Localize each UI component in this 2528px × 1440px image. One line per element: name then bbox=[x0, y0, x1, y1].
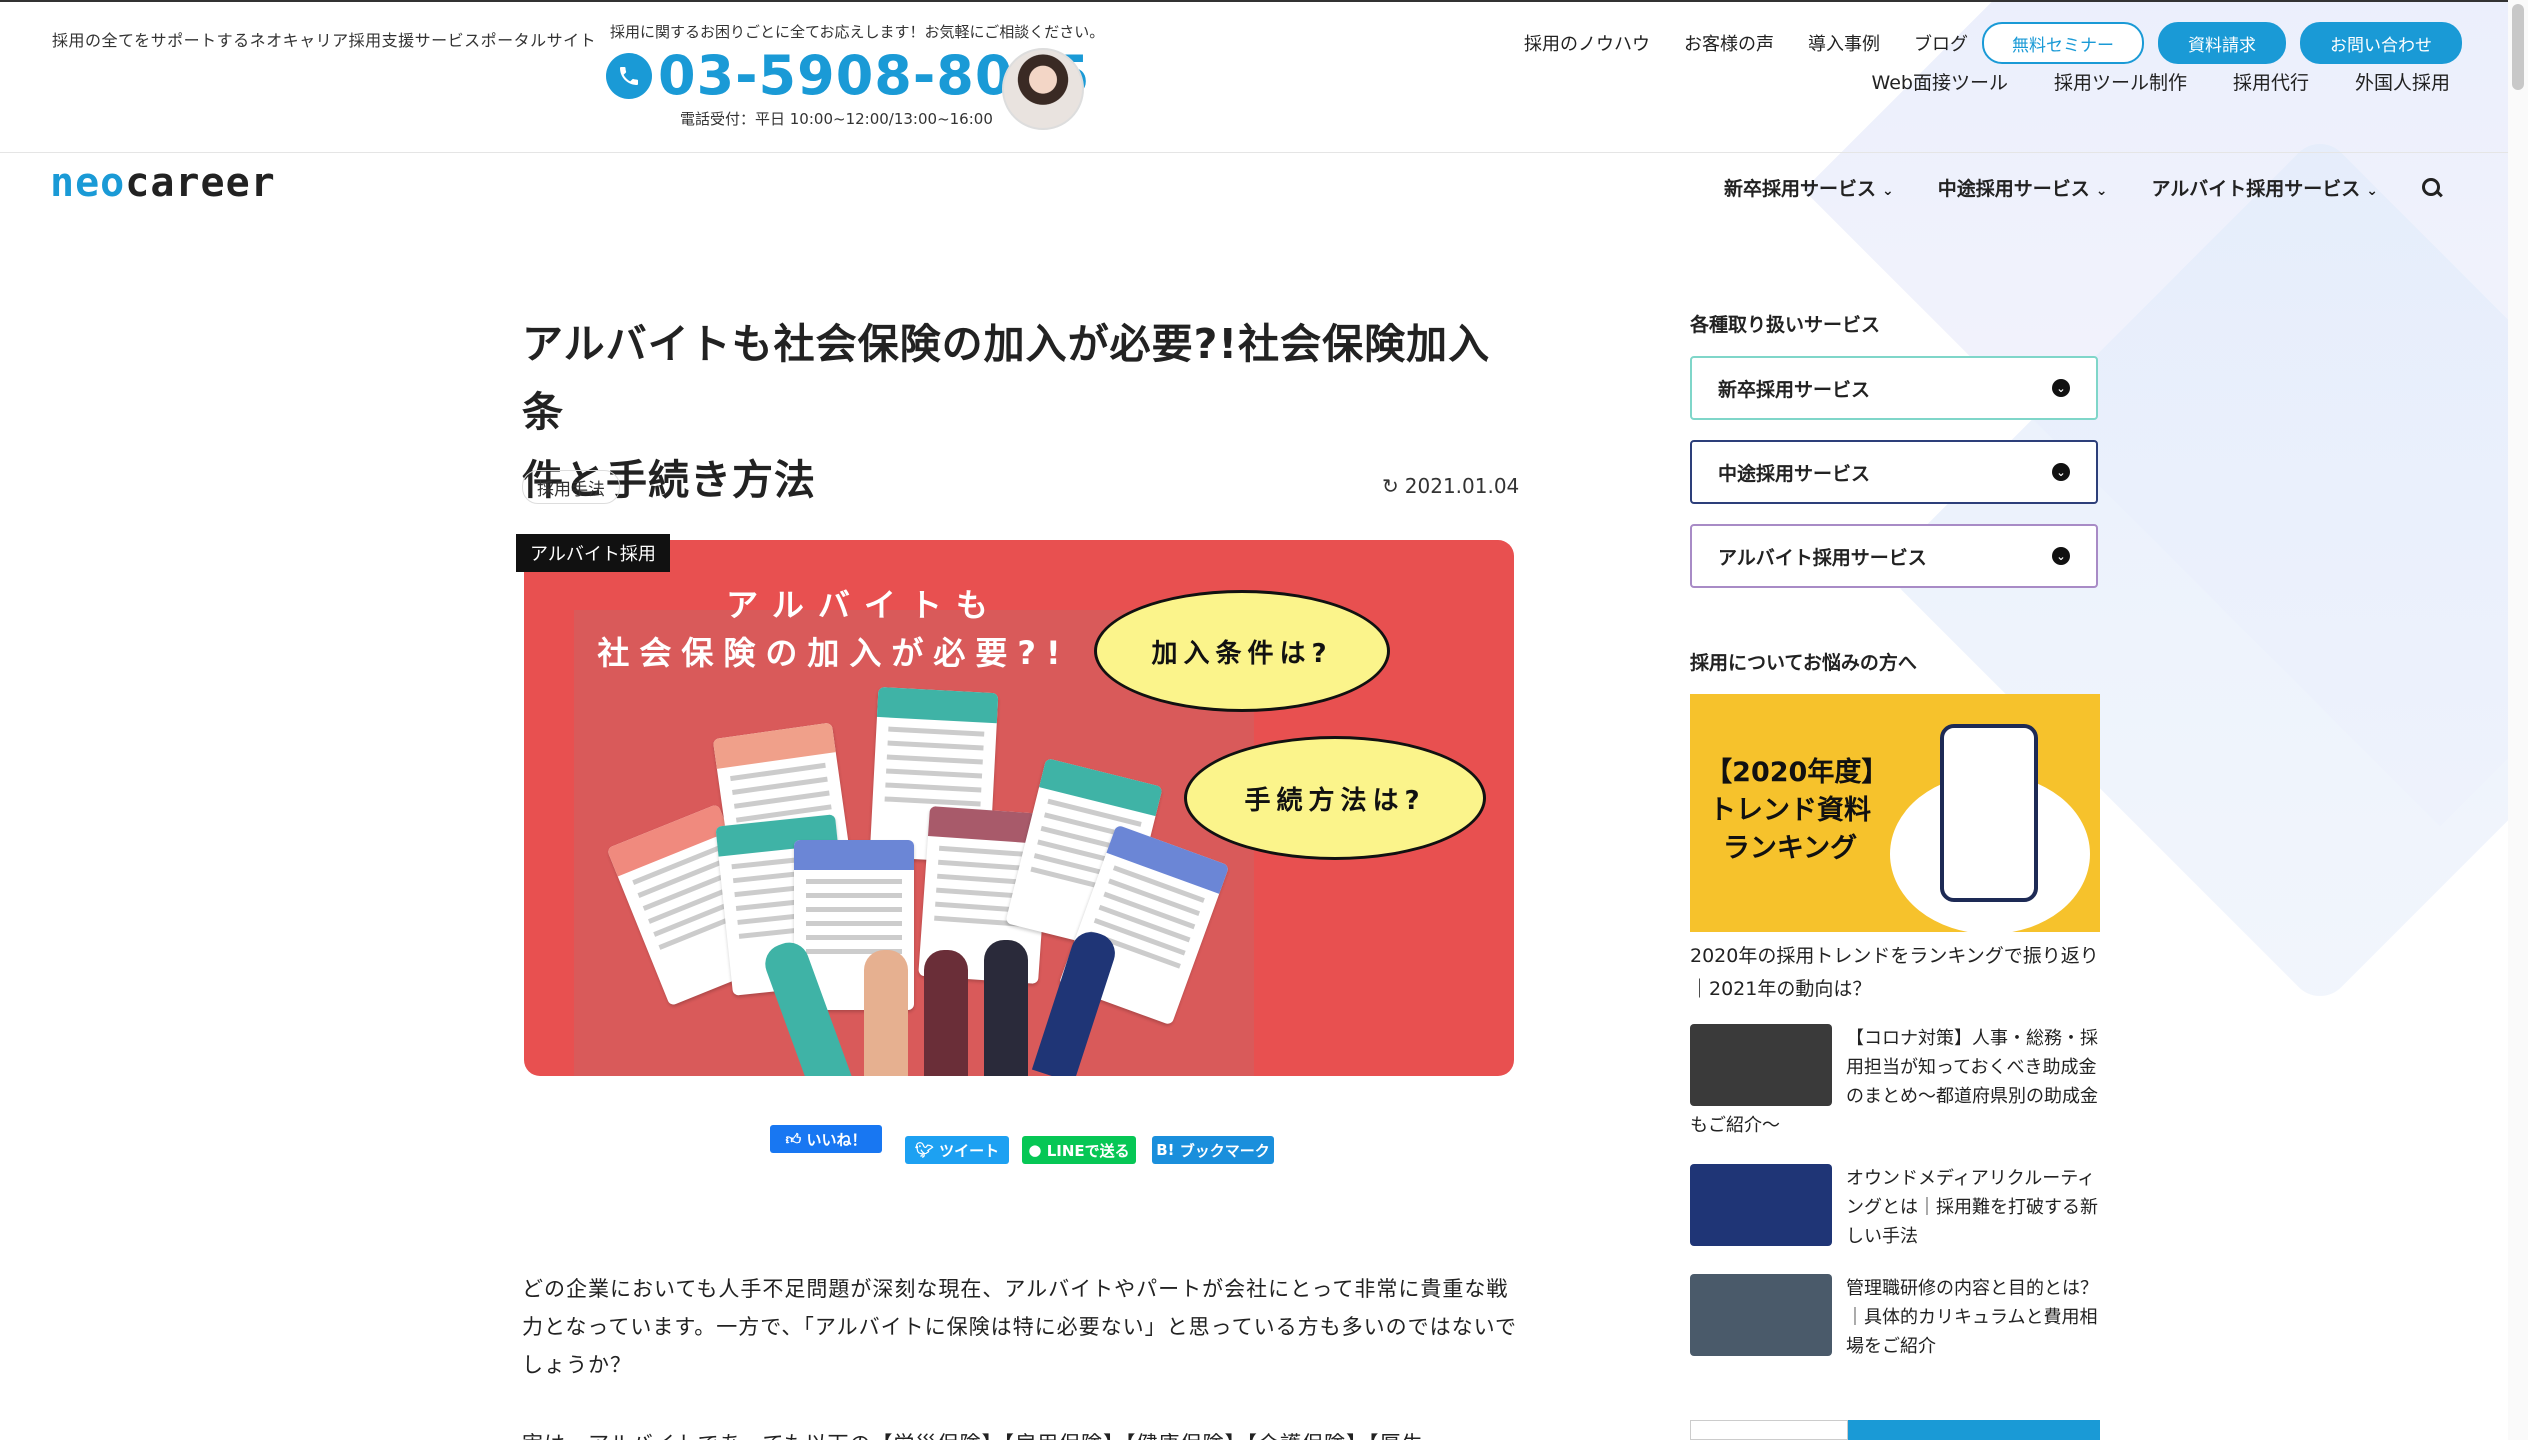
article-body: どの企業においても人手不足問題が深刻な現在、アルバイトやパートが会社にとって非常… bbox=[522, 1277, 1517, 1377]
contact-note: 採用に関するお困りごとに全てお応えします！お気軽にご相談ください。 bbox=[610, 23, 1105, 41]
site-tagline: 採用の全てをサポートするネオキャリア採用支援サービスポータルサイト bbox=[52, 31, 597, 50]
post-thumbnail bbox=[1690, 1164, 1832, 1246]
chevron-down-icon: ⌄ bbox=[2052, 547, 2070, 565]
category-tag[interactable]: 採用手法 bbox=[522, 470, 620, 504]
article-date: ↻ 2021.01.04 bbox=[1382, 474, 1520, 498]
sidebar-post[interactable]: オウンドメディアリクルーティングとは｜採用難を打破する新しい手法 bbox=[1690, 1164, 2102, 1251]
hand bbox=[864, 950, 908, 1076]
facebook-like-button[interactable]: 👍︎ いいね！ bbox=[770, 1125, 882, 1153]
hero-heading-2: 社会保険の加入が必要?! bbox=[597, 634, 1071, 672]
accordion-new-grad[interactable]: 新卒採用サービス ⌄ bbox=[1690, 356, 2098, 420]
line-share-button[interactable]: ● LINEで送る bbox=[1022, 1136, 1136, 1164]
scrollbar[interactable] bbox=[2508, 0, 2528, 1440]
thumbs-up-icon: 👍︎ bbox=[785, 1129, 802, 1148]
top-border bbox=[0, 0, 2528, 2]
trend-ranking-banner[interactable]: 【2020年度】トレンド資料ランキング bbox=[1690, 694, 2100, 932]
hatena-bookmark-button[interactable]: B! ブックマーク bbox=[1152, 1136, 1274, 1164]
accordion-mid-career[interactable]: 中途採用サービス ⌄ bbox=[1690, 440, 2098, 504]
phone-hours: 電話受付：平日 10:00~12:00/13:00~16:00 bbox=[680, 110, 993, 128]
chevron-down-icon: ⌄ bbox=[2366, 183, 2378, 199]
hand bbox=[924, 950, 968, 1076]
accordion-part-time[interactable]: アルバイト採用サービス ⌄ bbox=[1690, 524, 2098, 588]
tweet-button[interactable]: 🐦︎ ツイート bbox=[905, 1136, 1009, 1164]
header-divider bbox=[0, 152, 2528, 153]
link-foreign[interactable]: 外国人採用 bbox=[2355, 68, 2450, 95]
concerns-heading: 採用についてお悩みの方へ bbox=[1690, 652, 1917, 674]
hand bbox=[984, 940, 1028, 1076]
smartphone-illustration bbox=[1940, 724, 2038, 902]
chevron-down-icon: ⌄ bbox=[2095, 183, 2108, 199]
free-seminar-button[interactable]: 無料セミナー bbox=[1982, 22, 2144, 64]
link-knowhow[interactable]: 採用のノウハウ bbox=[1524, 30, 1650, 56]
link-rpo[interactable]: 採用代行 bbox=[2233, 68, 2309, 95]
top-links-secondary: Web面接ツール 採用ツール制作 採用代行 外国人採用 bbox=[1872, 68, 2450, 95]
scrollbar-thumb[interactable] bbox=[2512, 4, 2524, 90]
post-thumbnail bbox=[1690, 1274, 1832, 1356]
main-nav: 新卒採用サービス ⌄ 中途採用サービス ⌄ アルバイト採用サービス ⌄ bbox=[1724, 174, 2442, 201]
refresh-icon: ↻ bbox=[1382, 474, 1399, 498]
hero-image: アルバイトも 社会保険の加入が必要?! 加入条件は? 手続方法は? bbox=[524, 540, 1514, 1076]
header-actions: 無料セミナー 資料請求 お問い合わせ bbox=[1982, 22, 2462, 64]
chevron-down-icon: ⌄ bbox=[1881, 183, 1894, 199]
line-icon: ● bbox=[1028, 1141, 1042, 1159]
contact-button[interactable]: お問い合わせ bbox=[2300, 22, 2462, 64]
request-docs-button[interactable]: 資料請求 bbox=[2158, 22, 2286, 64]
operator-avatar bbox=[1002, 48, 1084, 130]
chevron-down-icon: ⌄ bbox=[2052, 463, 2070, 481]
speech-bubble-procedure: 手続方法は? bbox=[1184, 736, 1486, 860]
link-recruit-tools[interactable]: 採用ツール制作 bbox=[2054, 68, 2187, 95]
nav-new-grad[interactable]: 新卒採用サービス ⌄ bbox=[1724, 174, 1894, 201]
link-voices[interactable]: お客様の声 bbox=[1684, 30, 1774, 56]
nav-part-time[interactable]: アルバイト採用サービス ⌄ bbox=[2151, 174, 2378, 201]
link-cases[interactable]: 導入事例 bbox=[1808, 30, 1880, 56]
article-body-continued: 実は、アルバイトであっても以下の【労災保険】【雇用保険】【健康保険】【介護保険】… bbox=[522, 1425, 1522, 1440]
link-blog[interactable]: ブログ bbox=[1914, 30, 1968, 56]
banner-text: 【2020年度】トレンド資料ランキング bbox=[1705, 757, 1875, 864]
speech-bubble-conditions: 加入条件は? bbox=[1094, 590, 1390, 712]
link-web-interview[interactable]: Web面接ツール bbox=[1872, 68, 2008, 95]
search-icon[interactable] bbox=[2422, 177, 2442, 198]
sidebar-post[interactable]: 管理職研修の内容と目的とは？｜具体的カリキュラムと費用相場をご紹介 bbox=[1690, 1274, 2102, 1361]
sidebar-bottom-banner[interactable] bbox=[1690, 1420, 2100, 1440]
top-links: 採用のノウハウ お客様の声 導入事例 ブログ 無料セミナー 資料請求 お問い合わ… bbox=[1524, 22, 2462, 64]
chevron-down-icon: ⌄ bbox=[2052, 379, 2070, 397]
twitter-icon: 🐦︎ bbox=[914, 1141, 934, 1159]
nav-mid-career[interactable]: 中途採用サービス ⌄ bbox=[1938, 174, 2108, 201]
featured-post-title[interactable]: 2020年の採用トレンドをランキングで振り返り｜2021年の動向は？ bbox=[1690, 940, 2102, 1006]
hero-category-tag[interactable]: アルバイト採用 bbox=[516, 534, 670, 572]
post-thumbnail bbox=[1690, 1024, 1832, 1106]
article-title: アルバイトも社会保険の加入が必要?!社会保険加入条 件と手続き方法 bbox=[522, 320, 1491, 504]
hatena-icon: B! bbox=[1156, 1141, 1175, 1159]
sidebar-post[interactable]: 【コロナ対策】人事・総務・採用担当が知っておくべき助成金のまとめ〜都道府県別の助… bbox=[1690, 1024, 2102, 1140]
phone-icon bbox=[606, 52, 652, 99]
neocareer-logo[interactable]: neocareer bbox=[50, 160, 276, 206]
services-heading: 各種取り扱いサービス bbox=[1690, 314, 1881, 336]
hero-heading-1: アルバイトも bbox=[726, 586, 1002, 624]
